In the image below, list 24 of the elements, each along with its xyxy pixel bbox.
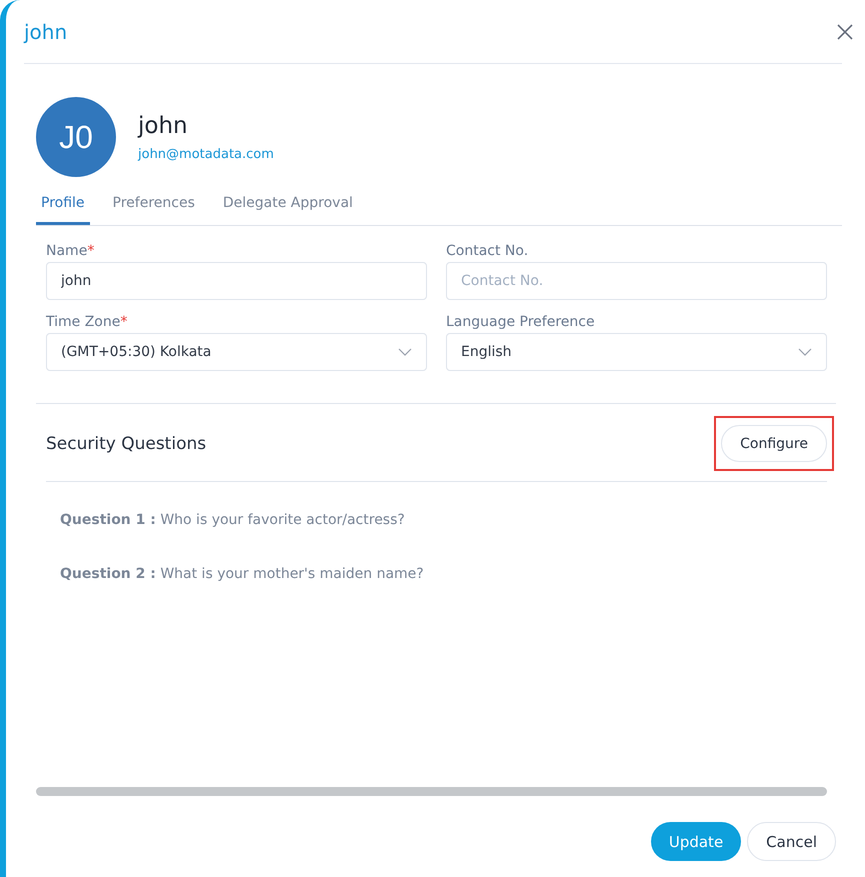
question-text: Question 1 : Who is your favorite actor/actress? bbox=[60, 512, 406, 528]
dialog-title: john bbox=[24, 20, 68, 44]
input-field[interactable]: Contact No. bbox=[446, 262, 827, 300]
chevron-down-icon bbox=[398, 348, 412, 356]
tab[interactable]: Preferences bbox=[108, 189, 200, 225]
input-field[interactable]: john bbox=[46, 262, 427, 300]
field-label: Language Preference bbox=[446, 314, 596, 330]
scrollbar[interactable] bbox=[36, 787, 827, 796]
user-name: john bbox=[138, 112, 189, 138]
chevron-down-icon bbox=[798, 348, 812, 356]
question-text: Question 2 : What is your mother's maiden name? bbox=[60, 566, 425, 582]
user-email: john@motadata.com bbox=[138, 146, 274, 162]
dropdown-field[interactable]: (GMT+05:30) Kolkata bbox=[46, 333, 427, 371]
dropdown-field[interactable]: English bbox=[446, 333, 827, 371]
field-label: Time Zone* bbox=[46, 314, 128, 330]
close-icon[interactable] bbox=[836, 22, 854, 40]
tab[interactable]: Delegate Approval bbox=[218, 189, 358, 225]
cancel-button[interactable]: Cancel bbox=[747, 822, 836, 861]
tab[interactable]: Profile bbox=[36, 189, 90, 225]
field-label: Name* bbox=[46, 243, 96, 259]
section-title: Security Questions bbox=[46, 434, 206, 454]
avatar: J0 bbox=[36, 97, 116, 177]
field-label: Contact No. bbox=[446, 243, 530, 259]
configure-button[interactable]: Configure bbox=[721, 425, 827, 462]
